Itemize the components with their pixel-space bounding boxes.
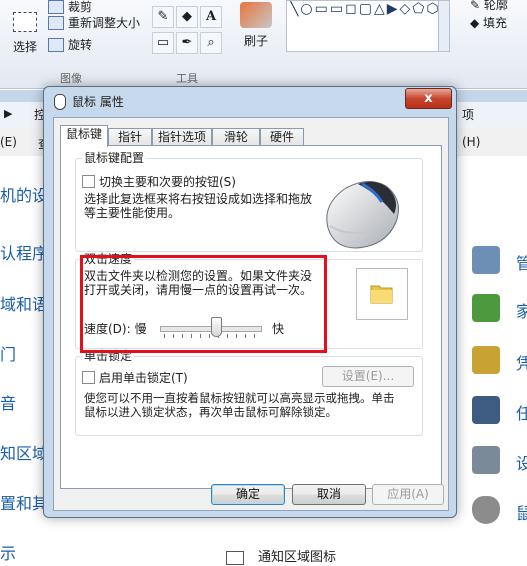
admin-tools-icon: [472, 246, 500, 274]
fill-bucket-icon[interactable]: ◆: [176, 6, 198, 28]
dialog-title-bar[interactable]: 鼠标 属性: [54, 93, 124, 110]
cancel-button[interactable]: 取消: [292, 484, 366, 505]
select-icon: [13, 12, 37, 32]
select-tool[interactable]: 选择: [6, 12, 44, 55]
cp-link[interactable]: 音: [0, 390, 16, 414]
color-picker-icon[interactable]: ✒: [176, 32, 198, 54]
click-lock-settings-button[interactable]: 设置(E)...: [322, 366, 414, 387]
cp-link[interactable]: 门: [0, 341, 16, 365]
rotate-button[interactable]: 旋转: [48, 36, 92, 53]
cp-link[interactable]: 知区域: [0, 440, 48, 464]
cp-item-notification-icons[interactable]: 通知区域图标: [226, 546, 336, 565]
rotate-icon: [48, 37, 64, 52]
resize-icon: [48, 15, 64, 30]
button-config-description: 选择此复选框来将右按钮设成如选择和拖放 等主要性能使用。: [84, 192, 313, 220]
cp-link[interactable]: 示: [0, 540, 16, 564]
cp-item-family-safety[interactable]: 家: [472, 294, 527, 334]
device-manager-icon: [472, 446, 500, 474]
cp-link[interactable]: 置和其: [0, 490, 48, 514]
tab-buttons[interactable]: 鼠标键: [60, 125, 108, 147]
family-safety-icon: [472, 294, 500, 322]
cp-link[interactable]: 机的设: [0, 182, 48, 206]
menu-help[interactable]: (H): [462, 135, 480, 149]
enable-click-lock-checkbox[interactable]: 启用单击锁定(T): [82, 369, 188, 386]
button-config-title: 鼠标键配置: [82, 151, 147, 165]
shapes-gallery[interactable]: ╲○▭▭◻▢△▶◇⬠⬡◇◁▷⇧⇩✦☆✡◯◯○◌◎: [286, 0, 443, 52]
eraser-icon[interactable]: ▭: [152, 32, 174, 54]
text-tool-icon[interactable]: A: [200, 6, 222, 28]
taskbar-icon: [472, 396, 500, 424]
click-lock-description: 使您可以不用一直按着鼠标按钮就可以高亮显示或拖拽。单击 鼠标以进入锁定状态，再次…: [84, 391, 395, 419]
test-folder-area[interactable]: [356, 268, 408, 320]
select-label: 选择: [12, 40, 37, 54]
cp-item-device-manager[interactable]: 设: [472, 446, 527, 486]
brush-icon: [240, 2, 272, 28]
cp-link[interactable]: 域和语: [0, 291, 48, 315]
close-button[interactable]: x: [405, 88, 452, 109]
cp-item-admin-tools[interactable]: 管: [472, 246, 527, 286]
tab-hardware[interactable]: 硬件: [260, 128, 304, 146]
control-panel-right-list: 管 家 凭 任 设 鼠: [458, 156, 527, 566]
checkbox-box: [82, 175, 95, 188]
menu-edit[interactable]: (E): [0, 135, 17, 149]
cp-item-taskbar[interactable]: 任: [472, 396, 527, 436]
tools-group: ✎ ◆ A ▭ ✒ ⌕: [150, 4, 222, 58]
outline-dropdown[interactable]: ✎ 轮廓: [470, 0, 508, 13]
resize-button[interactable]: 重新调整大小: [48, 14, 140, 31]
tab-wheel[interactable]: 滑轮: [212, 128, 260, 146]
apply-button[interactable]: 应用(A): [372, 484, 444, 505]
group-label-image: 图像: [60, 72, 82, 85]
tab-pointers[interactable]: 指针: [108, 128, 152, 146]
dialog-title: 鼠标 属性: [72, 95, 124, 109]
ok-button[interactable]: 确定: [211, 484, 285, 505]
control-panel-left-list: 机的设 认程序 域和语 门 音 知区域 置和其 示: [0, 156, 48, 566]
shapes-scroll[interactable]: [438, 0, 450, 52]
credential-icon: [472, 346, 500, 374]
cp-item-mouse[interactable]: 鼠: [472, 496, 527, 536]
crop-button[interactable]: 裁剪: [48, 0, 92, 15]
tab-pointer-options[interactable]: 指针选项: [152, 128, 212, 146]
magnifier-icon[interactable]: ⌕: [200, 32, 222, 54]
paint-ribbon: 选择 裁剪 重新调整大小 旋转 图像 ✎ ◆ A ▭ ✒ ⌕ 工具 刷子 ╲○▭…: [0, 0, 527, 89]
click-lock-group: 单击锁定 启用单击锁定(T) 设置(E)... 使您可以不用一直按着鼠标按钮就可…: [75, 349, 423, 436]
address-chevron: ▶: [4, 107, 13, 120]
address-fragment-right: 项: [462, 108, 475, 122]
switch-buttons-checkbox[interactable]: 切换主要和次要的按钮(S): [82, 173, 236, 190]
brush-button[interactable]: 刷子: [236, 2, 276, 49]
mouse-icon: [54, 93, 66, 110]
checkbox-box: [82, 371, 95, 384]
pencil-icon[interactable]: ✎: [152, 6, 174, 28]
highlight-annotation-box: [80, 255, 327, 353]
crop-icon: [48, 0, 64, 14]
button-config-group: 鼠标键配置 切换主要和次要的按钮(S) 选择此复选框来将右按钮设成如选择和拖放 …: [75, 151, 423, 252]
cp-link[interactable]: 认程序: [0, 240, 48, 264]
group-label-tools: 工具: [176, 72, 198, 85]
mouse-illustration: [326, 181, 399, 249]
mouse-icon: [472, 496, 500, 524]
notification-area-icon: [226, 550, 244, 565]
folder-icon: [370, 285, 393, 304]
cp-item-credential[interactable]: 凭: [472, 346, 527, 386]
fill-dropdown[interactable]: ◆ 填充: [470, 14, 507, 31]
